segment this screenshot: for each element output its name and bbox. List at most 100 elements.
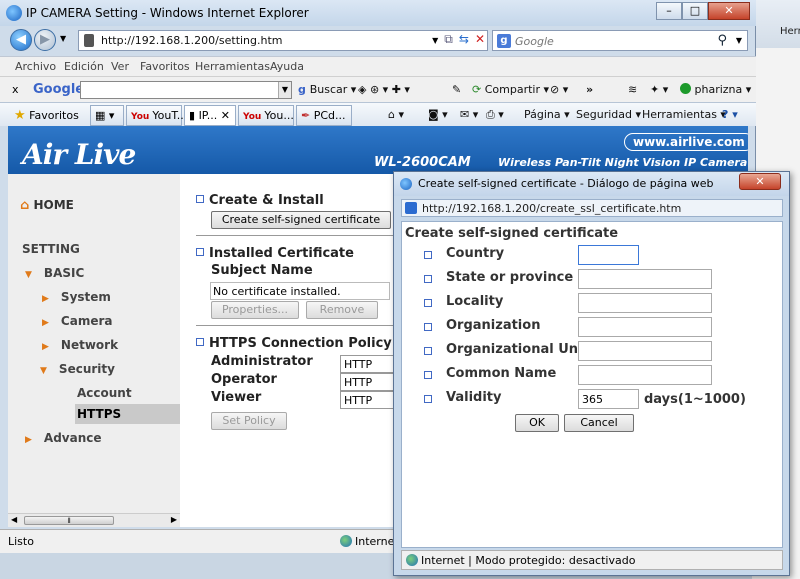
scrollbar-thumb[interactable]: ⦀ [24, 516, 114, 525]
close-button[interactable]: ✕ [708, 2, 750, 20]
nav-account[interactable]: Account [77, 386, 132, 400]
search-box[interactable]: g Google ⚲ ▼ [492, 30, 748, 51]
google-buscar-button[interactable]: g Buscar ▾ [298, 83, 356, 96]
nav-setting-heading: SETTING [22, 242, 80, 256]
search-options-icon[interactable]: ▼ [736, 36, 742, 45]
forward-button[interactable]: ▶ [34, 29, 56, 51]
dialog-title: Create self-signed certificate - Diálogo… [418, 177, 714, 190]
feeds-icon[interactable]: ◙ ▾ [428, 108, 448, 121]
country-label: Country [446, 246, 505, 261]
nav-camera[interactable]: ▶ Camera [42, 314, 112, 328]
toolbar-icons-group[interactable]: ◈ ⊛ ▾ ✚ ▾ [358, 83, 410, 96]
recent-pages-dropdown-icon[interactable]: ▼ [60, 34, 66, 43]
installed-cert-label: Installed Certificate [209, 246, 354, 261]
quick-tabs-button[interactable]: ▦ ▾ [90, 105, 124, 126]
home-icon[interactable]: ⌂ ▾ [388, 108, 404, 121]
viewer-policy-select[interactable]: HTTP [340, 391, 400, 409]
back-button[interactable]: ◀ [10, 29, 32, 51]
dialog-close-button[interactable]: ✕ [739, 173, 781, 190]
org-unit-input[interactable] [578, 341, 712, 361]
nav-home[interactable]: ⌂ HOME [20, 198, 74, 213]
nav-advance[interactable]: ▶ Advance [25, 431, 102, 445]
google-search-input[interactable]: ▼ [80, 81, 292, 99]
user-menu[interactable]: pharizna ▾ [680, 83, 751, 96]
menu-edicion[interactable]: Edición [64, 60, 104, 73]
refresh-icon[interactable]: ⇆ [459, 32, 469, 50]
title-bar: IP CAMERA Setting - Windows Internet Exp… [0, 0, 756, 26]
installed-cert-title: Installed Certificate [196, 246, 354, 261]
online-status-icon [680, 83, 691, 94]
tab-label: YouT... [152, 109, 188, 122]
google-toolbar-close[interactable]: x [12, 83, 19, 96]
field-bullet-icon [424, 323, 432, 331]
mail-icon[interactable]: ✉ ▾ [460, 108, 478, 121]
google-input-dropdown-icon[interactable]: ▼ [278, 82, 291, 98]
more-chevron[interactable]: » [586, 83, 593, 96]
state-input[interactable] [578, 269, 712, 289]
set-policy-button[interactable]: Set Policy [211, 412, 287, 430]
pagina-menu[interactable]: Página ▾ [524, 108, 570, 121]
nav-https-selected[interactable]: HTTPS [75, 404, 180, 424]
cancel-button[interactable]: Cancel [564, 414, 634, 432]
country-input[interactable] [578, 245, 639, 265]
compatibility-icon[interactable]: ⧉ [444, 32, 453, 50]
menu-archivo[interactable]: Archivo [15, 60, 56, 73]
popup-blocker-icon[interactable]: ⊘ ▾ [550, 83, 568, 96]
locality-input[interactable] [578, 293, 712, 313]
address-dropdown-icon[interactable]: ▼ [432, 32, 438, 50]
tab-close-icon[interactable]: ✕ [221, 109, 230, 122]
favoritos-button[interactable]: ★ Favoritos [14, 108, 79, 123]
ok-button[interactable]: OK [515, 414, 559, 432]
nav-basic[interactable]: ▼ BASIC [25, 266, 84, 280]
common-name-input[interactable] [578, 365, 712, 385]
window-title: IP CAMERA Setting - Windows Internet Exp… [26, 6, 309, 20]
tab-youtube-1[interactable]: You YouT... [126, 105, 187, 126]
scroll-left-icon[interactable]: ◀ [11, 515, 17, 524]
herramientas-menu[interactable]: Herramientas ▾ [642, 108, 726, 121]
tab-youtube-2[interactable]: You You... [238, 105, 294, 126]
tab-ip-camera[interactable]: ▮ IP... ✕ [184, 105, 236, 126]
operator-policy-select[interactable]: HTTP [340, 373, 400, 391]
menu-favoritos[interactable]: Favoritos [140, 60, 190, 73]
common-name-label: Common Name [446, 366, 557, 381]
search-placeholder: Google [515, 35, 554, 48]
print-icon[interactable]: ⎙ ▾ [486, 108, 504, 122]
remove-button[interactable]: Remove [306, 301, 378, 319]
field-bullet-icon [424, 395, 432, 403]
tab-pcd[interactable]: ✒ PCd... [296, 105, 352, 126]
nav-network-label: Network [60, 338, 119, 352]
wrench-icon[interactable]: ✦ ▾ [650, 83, 668, 96]
dialog-address-bar: http://192.168.1.200/create_ssl_certific… [401, 199, 783, 217]
nav-network[interactable]: ▶ Network [42, 338, 118, 352]
maximize-button[interactable]: □ [682, 2, 708, 20]
twitter-icon[interactable]: ✎ [452, 83, 461, 96]
seguridad-menu[interactable]: Seguridad ▾ [576, 108, 641, 121]
administrator-policy-select[interactable]: HTTP [340, 355, 400, 373]
help-icon[interactable]: ? ▾ [722, 108, 738, 121]
nav-security[interactable]: ▼ Security [40, 362, 115, 376]
search-icon[interactable]: ⚲ [717, 33, 727, 48]
policy-label: HTTPS Connection Policy [209, 336, 392, 351]
validity-label: Validity [446, 390, 502, 405]
scroll-right-icon[interactable]: ▶ [171, 515, 177, 524]
organization-input[interactable] [578, 317, 712, 337]
address-bar[interactable]: http://192.168.1.200/setting.htm ▼ ⧉ ⇆ ✕ [78, 30, 488, 51]
operator-label: Operator [211, 372, 277, 387]
menu-ver[interactable]: Ver [111, 60, 129, 73]
compartir-button[interactable]: ⟳ Compartir ▾ [472, 83, 549, 96]
field-bullet-icon [424, 371, 432, 379]
star-icon: ★ [14, 108, 26, 123]
menu-herramientas[interactable]: Herramientas [195, 60, 270, 73]
stop-icon[interactable]: ✕ [475, 32, 485, 50]
dialog-status-bar: Internet | Modo protegido: desactivado [401, 550, 783, 570]
properties-button[interactable]: Properties... [211, 301, 299, 319]
administrator-label: Administrator [211, 354, 313, 369]
youtube-icon: You [131, 112, 153, 122]
create-self-signed-button[interactable]: Create self-signed certificate [211, 211, 391, 229]
nav-system[interactable]: ▶ System [42, 290, 111, 304]
airlive-site-link[interactable]: www.airlive.com [624, 133, 748, 151]
menu-ayuda[interactable]: Ayuda [270, 60, 304, 73]
validity-input[interactable]: 365 [578, 389, 639, 409]
minimize-button[interactable]: – [656, 2, 682, 20]
horizontal-scrollbar[interactable]: ◀ ⦀ ▶ [8, 513, 180, 527]
